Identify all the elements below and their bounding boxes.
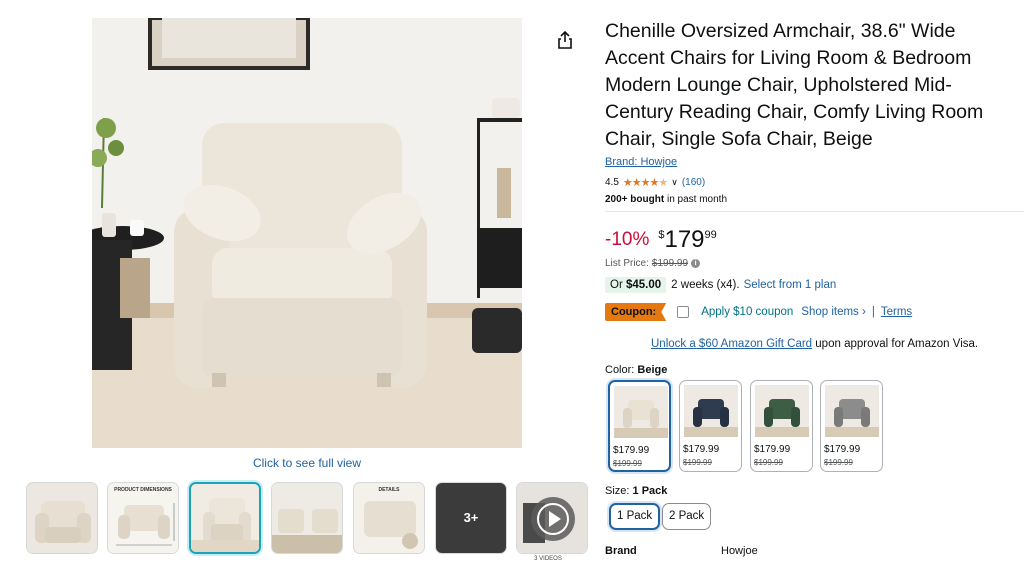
price-row: -10% $ 179 99 <box>605 226 717 254</box>
plan-terms: 2 weeks (x4). <box>671 279 740 291</box>
more-images-count: 3+ <box>463 510 479 525</box>
shop-items-link[interactable]: Shop items › <box>801 306 866 318</box>
current-price: $ 179 99 <box>658 226 716 254</box>
color-swatch-navy[interactable]: $179.99 $199.99 <box>679 380 742 472</box>
main-product-image[interactable] <box>92 18 522 448</box>
list-price-value: $199.99 <box>651 258 689 269</box>
color-selected-value: Beige <box>637 364 668 376</box>
color-swatch-green[interactable]: $179.99 $199.99 <box>750 380 813 472</box>
swatch-image <box>755 385 809 437</box>
share-icon[interactable] <box>556 30 574 50</box>
gift-card-link[interactable]: Unlock a $60 Amazon Gift Card <box>651 338 812 350</box>
size-option-1-pack[interactable]: 1 Pack <box>609 503 661 530</box>
swatch-image <box>684 385 738 437</box>
price-fraction: 99 <box>704 229 717 241</box>
plan-or: Or <box>610 279 626 291</box>
gift-card-offer: Unlock a $60 Amazon Gift Card upon appro… <box>651 338 978 350</box>
size-option-2-pack[interactable]: 2 Pack <box>662 503 712 530</box>
thumbnail-1[interactable] <box>26 482 98 554</box>
swatch-price: $179.99 <box>613 445 650 456</box>
swatch-old-price: $199.99 <box>613 459 642 468</box>
swatch-old-price: $199.99 <box>754 458 783 467</box>
plan-amount: $45.00 <box>625 279 662 291</box>
thumbnail-5[interactable]: DETAILS <box>353 482 425 554</box>
color-swatch-beige[interactable]: $179.99 $199.99 <box>608 380 671 472</box>
swatch-image <box>614 386 668 438</box>
list-price-label: List Price: <box>605 258 649 269</box>
size-label-prefix: Size: <box>605 485 633 497</box>
swatch-price: $179.99 <box>824 444 861 455</box>
coupon-badge: Coupon: <box>605 303 667 321</box>
payment-plan-row: Or $45.00 2 weeks (x4). Select from 1 pl… <box>605 277 836 293</box>
color-swatch-grey[interactable]: $179.99 $199.99 <box>820 380 883 472</box>
more-images-thumbnail[interactable]: 3+ <box>435 482 507 554</box>
color-label-prefix: Color: <box>605 364 638 376</box>
discount-percent: -10% <box>605 229 650 250</box>
price-whole: 179 <box>664 226 705 253</box>
size-selected-value: 1 Pack <box>632 485 668 497</box>
videos-count-label: 3 VIDEOS <box>534 556 562 562</box>
thumbnail-3-selected[interactable] <box>189 482 261 554</box>
product-title: Chenille Oversized Armchair, 38.6" Wide … <box>605 20 984 150</box>
list-price-row: List Price: $199.99 i <box>605 258 701 269</box>
thumbnail-label: DETAILS <box>378 487 400 493</box>
brand-link[interactable]: Brand: Howjoe <box>605 156 677 168</box>
coupon-terms-link[interactable]: Terms <box>881 306 912 318</box>
select-plan-link[interactable]: Select from 1 plan <box>744 279 837 291</box>
info-icon[interactable]: i <box>691 259 701 268</box>
bought-period: in past month <box>664 194 727 205</box>
coupon-row: Coupon: Apply $10 coupon Shop items › | … <box>605 303 912 321</box>
gift-card-text: upon approval for Amazon Visa. <box>812 338 979 350</box>
star-rating-icon[interactable]: ★★★★★ <box>623 176 668 189</box>
swatch-price: $179.99 <box>683 444 720 455</box>
spec-brand-value: Howjoe <box>721 545 758 557</box>
coupon-separator: | <box>871 306 875 318</box>
thumbnail-label: PRODUCT DIMENSIONS <box>114 487 172 493</box>
rating-count-link[interactable]: (160) <box>682 177 705 188</box>
swatch-image <box>825 385 879 437</box>
see-full-view-link[interactable]: Click to see full view <box>92 456 522 470</box>
plan-badge: Or $45.00 <box>605 277 667 293</box>
rating-value: 4.5 <box>605 177 619 188</box>
thumbnail-4[interactable] <box>271 482 343 554</box>
divider <box>605 211 1024 212</box>
swatch-old-price: $199.99 <box>824 458 853 467</box>
thumbnail-2[interactable]: PRODUCT DIMENSIONS <box>107 482 179 554</box>
rating-row: 4.5 ★★★★★ ∨ (160) <box>605 176 705 189</box>
color-label: Color: Beige <box>605 364 667 376</box>
swatch-old-price: $199.99 <box>683 458 712 467</box>
apply-coupon-label[interactable]: Apply $10 coupon <box>701 306 793 318</box>
chevron-down-icon[interactable]: ∨ <box>671 177 678 188</box>
bought-in-past-month: 200+ bought in past month <box>605 194 727 205</box>
swatch-price: $179.99 <box>754 444 791 455</box>
coupon-checkbox[interactable] <box>677 306 690 318</box>
size-label: Size: 1 Pack <box>605 485 667 497</box>
spec-brand-label: Brand <box>605 545 637 557</box>
bought-count: 200+ bought <box>605 194 665 205</box>
video-thumbnail[interactable] <box>516 482 588 554</box>
